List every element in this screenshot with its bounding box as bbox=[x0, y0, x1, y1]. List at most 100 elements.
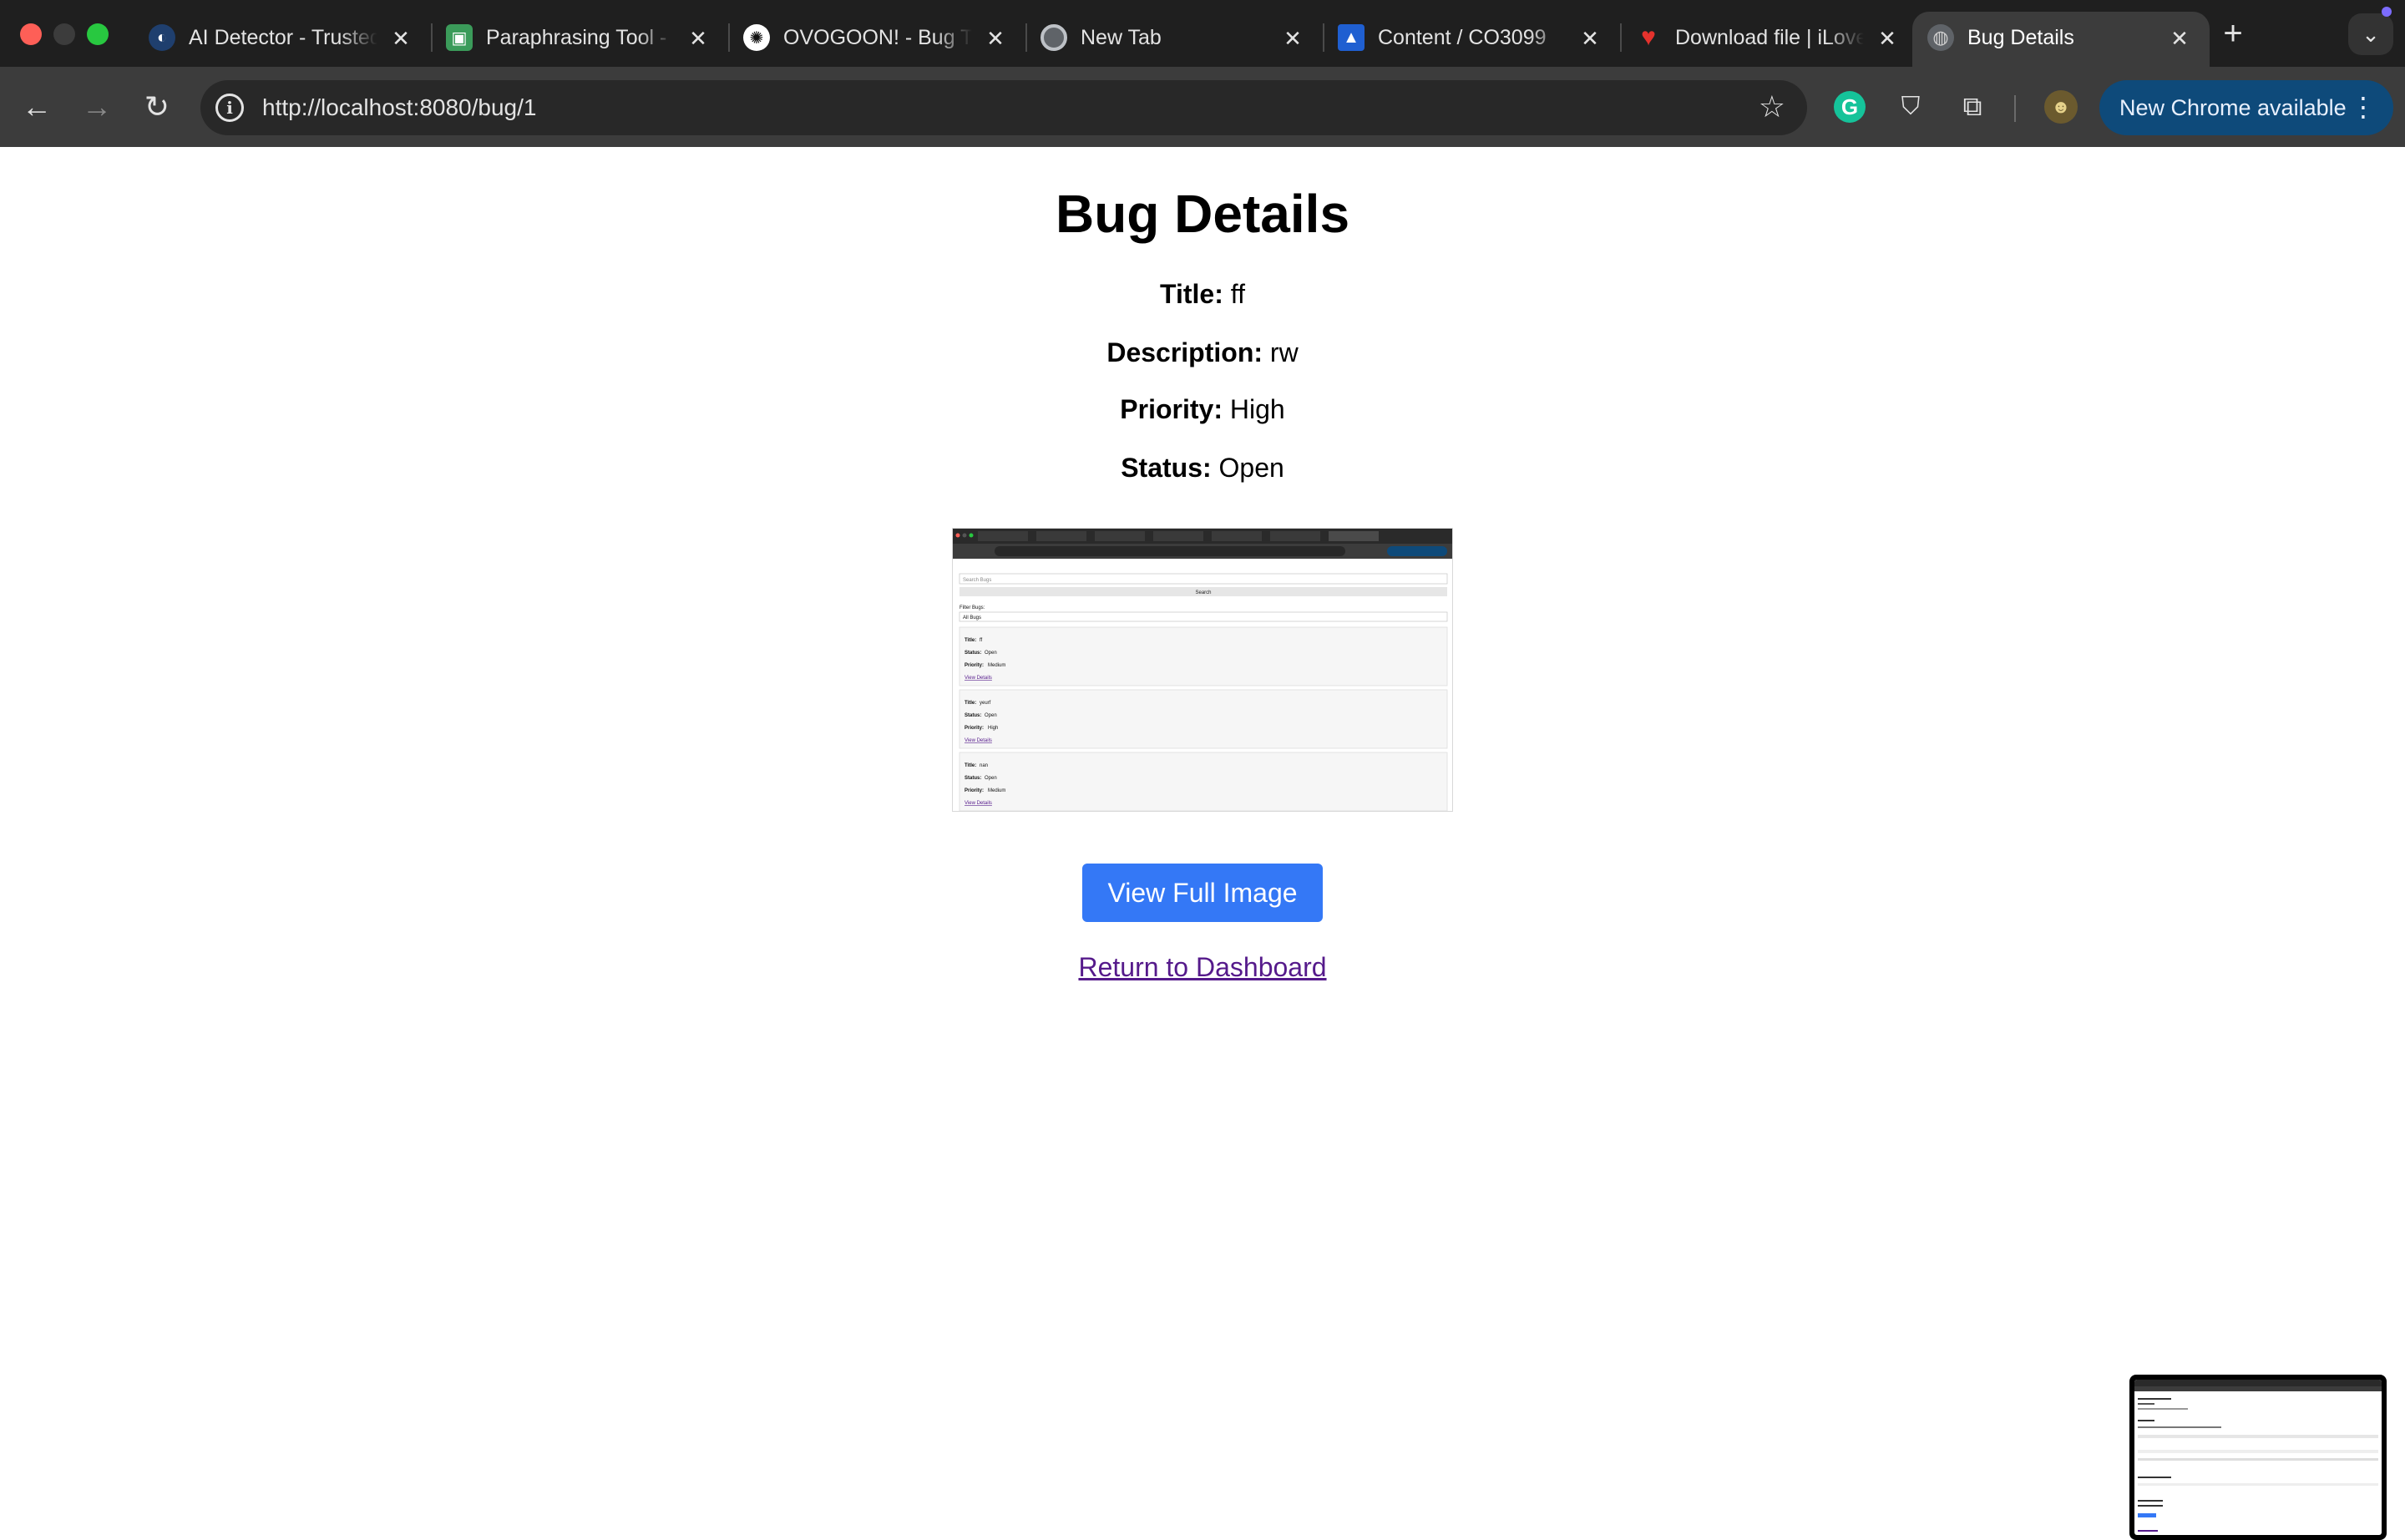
svg-text:View Details: View Details bbox=[965, 738, 992, 743]
tab-ilovepdf[interactable]: ♥ Download file | iLovePDF ✕ bbox=[1620, 12, 1917, 67]
update-chrome-label: New Chrome available bbox=[2119, 94, 2347, 120]
page-content: Bug Details Title: ff Description: rw Pr… bbox=[0, 147, 2405, 1540]
tab-new-tab[interactable]: New Tab ✕ bbox=[1025, 12, 1324, 67]
close-icon[interactable]: ✕ bbox=[984, 27, 1007, 50]
pip-thumbnail bbox=[2134, 1380, 2382, 1535]
bug-title-field: Title: ff bbox=[0, 277, 2405, 311]
tab-ai-detector[interactable]: ◐ AI Detector - Trusted ✕ bbox=[134, 12, 433, 67]
svg-text:Title:: Title: bbox=[965, 638, 976, 643]
update-chrome-button[interactable]: New Chrome available ⋮ bbox=[2099, 80, 2393, 135]
more-menu-icon[interactable]: ⋮ bbox=[2350, 90, 2377, 124]
tab-ovogoon[interactable]: ✺ OVOGOON! - Bug Tracker ✕ bbox=[728, 12, 1027, 67]
svg-text:Priority:: Priority: bbox=[965, 788, 984, 793]
arrow-right-icon: → bbox=[82, 89, 112, 124]
tab-search-button[interactable]: ⌄ bbox=[2348, 13, 2393, 55]
screenshot-filter-label: Filter Bugs: bbox=[959, 605, 985, 610]
ai-detector-favicon-icon: ◐ bbox=[149, 24, 175, 51]
bug-screenshot[interactable]: Search Bugs Search Filter Bugs: All Bugs… bbox=[952, 528, 1453, 812]
tab-content-co3099[interactable]: ▲ Content / CO3099 ✕ bbox=[1323, 12, 1622, 67]
reload-icon: ↻ bbox=[144, 89, 170, 124]
heart-favicon-icon: ♥ bbox=[1641, 23, 1656, 51]
tab-title: OVOGOON! - Bug Tracker bbox=[783, 26, 972, 49]
svg-text:Medium: Medium bbox=[988, 663, 1005, 668]
screenshot-bug-card: Title: ff Status: Open Priority: Medium … bbox=[959, 626, 1448, 686]
field-value: Open bbox=[1218, 453, 1284, 483]
field-value: rw bbox=[1269, 337, 1299, 367]
screenshot-search-placeholder: Search Bugs bbox=[963, 578, 991, 583]
screenshot-search-button: Search bbox=[1195, 590, 1211, 595]
svg-text:Open: Open bbox=[985, 651, 997, 656]
profile-avatar[interactable]: ☻ bbox=[2044, 90, 2078, 124]
close-icon[interactable]: ✕ bbox=[2168, 27, 2191, 50]
close-icon[interactable]: ✕ bbox=[1281, 27, 1304, 50]
url-text[interactable]: http://localhost:8080/bug/1 bbox=[262, 92, 536, 124]
field-label: Title: bbox=[1160, 279, 1223, 309]
svg-text:ff: ff bbox=[980, 638, 983, 643]
pip-drawing bbox=[2134, 1380, 2382, 1532]
extensions-puzzle-icon[interactable]: ⧉ bbox=[1954, 89, 1991, 125]
field-value: High bbox=[1229, 394, 1285, 424]
screenshot-bug-card: Title: yeurf Status: Open Priority: High… bbox=[959, 689, 1448, 749]
close-icon[interactable]: ✕ bbox=[389, 27, 413, 50]
back-button[interactable]: ← bbox=[17, 87, 57, 127]
svg-text:Priority:: Priority: bbox=[965, 726, 984, 731]
tab-bug-details[interactable]: ◍ Bug Details ✕ bbox=[1912, 12, 2210, 67]
svg-text:Status:: Status: bbox=[965, 713, 981, 718]
picture-in-picture-preview[interactable] bbox=[2129, 1375, 2387, 1540]
tab-strip: ◐ AI Detector - Trusted ✕ ▣ Paraphrasing… bbox=[0, 0, 2405, 67]
arrow-favicon-icon: ▲ bbox=[1338, 24, 1365, 51]
svg-text:View Details: View Details bbox=[965, 676, 992, 681]
field-label: Status: bbox=[1121, 453, 1212, 483]
chevron-down-icon: ⌄ bbox=[2362, 21, 2380, 47]
notification-dot bbox=[2382, 7, 2392, 17]
tab-title: Bug Details bbox=[1967, 26, 2074, 49]
close-icon[interactable]: ✕ bbox=[1876, 27, 1899, 50]
view-full-image-button[interactable]: View Full Image bbox=[1082, 864, 1323, 922]
svg-text:Open: Open bbox=[985, 713, 997, 718]
field-label: Priority: bbox=[1120, 394, 1223, 424]
tab-paraphrasing[interactable]: ▣ Paraphrasing Tool - ✕ bbox=[431, 12, 730, 67]
bookmark-star-icon[interactable]: ☆ bbox=[1759, 89, 1785, 125]
return-to-dashboard-link[interactable]: Return to Dashboard bbox=[0, 950, 2405, 984]
site-info-icon[interactable]: i bbox=[215, 94, 244, 122]
new-tab-button[interactable]: + bbox=[2213, 17, 2253, 53]
tab-title: Paraphrasing Tool - bbox=[486, 26, 667, 49]
window-zoom-button[interactable] bbox=[87, 23, 109, 45]
bug-priority-field: Priority: High bbox=[0, 393, 2405, 426]
reload-button[interactable]: ↻ bbox=[137, 87, 177, 127]
openai-favicon-icon: ✺ bbox=[743, 24, 770, 51]
close-icon[interactable]: ✕ bbox=[686, 27, 710, 50]
window-minimize-button[interactable] bbox=[53, 23, 75, 45]
browser-toolbar: ← → ↻ i http://localhost:8080/bug/1 ☆ G … bbox=[0, 67, 2405, 147]
tab-title: Download file | iLovePDF bbox=[1675, 26, 1864, 49]
svg-text:Status:: Status: bbox=[965, 776, 981, 781]
field-value: ff bbox=[1230, 279, 1245, 309]
chrome-favicon-icon bbox=[1040, 24, 1067, 51]
window-close-button[interactable] bbox=[20, 23, 42, 45]
toolbar-divider bbox=[2014, 95, 2016, 122]
return-link-container: Return to Dashboard bbox=[0, 950, 2405, 984]
page-title: Bug Details bbox=[1055, 184, 1350, 244]
svg-text:yeurf: yeurf bbox=[980, 701, 991, 706]
svg-text:View Details: View Details bbox=[965, 801, 992, 806]
shield-extension-icon[interactable]: ⛉ bbox=[1892, 89, 1929, 125]
screenshot-filter-value: All Bugs bbox=[963, 615, 981, 621]
svg-text:Priority:: Priority: bbox=[965, 663, 984, 668]
svg-text:Title:: Title: bbox=[965, 763, 976, 768]
bug-status-field: Status: Open bbox=[0, 451, 2405, 484]
svg-text:Title:: Title: bbox=[965, 701, 976, 706]
bug-description-field: Description: rw bbox=[0, 336, 2405, 369]
svg-text:Open: Open bbox=[985, 776, 997, 781]
svg-text:High: High bbox=[988, 726, 998, 731]
arrow-left-icon: ← bbox=[22, 89, 52, 124]
screenshot-bug-card: Title: nan Status: Open Priority: Medium… bbox=[959, 752, 1448, 811]
svg-text:nan: nan bbox=[980, 763, 988, 768]
close-icon[interactable]: ✕ bbox=[1578, 27, 1602, 50]
tab-title: New Tab bbox=[1081, 26, 1162, 49]
forward-button[interactable]: → bbox=[77, 87, 117, 127]
svg-text:Status:: Status: bbox=[965, 651, 981, 656]
screenshot-drawing: Search Bugs Search Filter Bugs: All Bugs… bbox=[953, 529, 1452, 811]
grammarly-extension-icon[interactable]: G bbox=[1834, 91, 1866, 123]
tab-title: AI Detector - Trusted bbox=[189, 26, 377, 49]
address-bar[interactable]: i http://localhost:8080/bug/1 ☆ bbox=[200, 80, 1807, 135]
